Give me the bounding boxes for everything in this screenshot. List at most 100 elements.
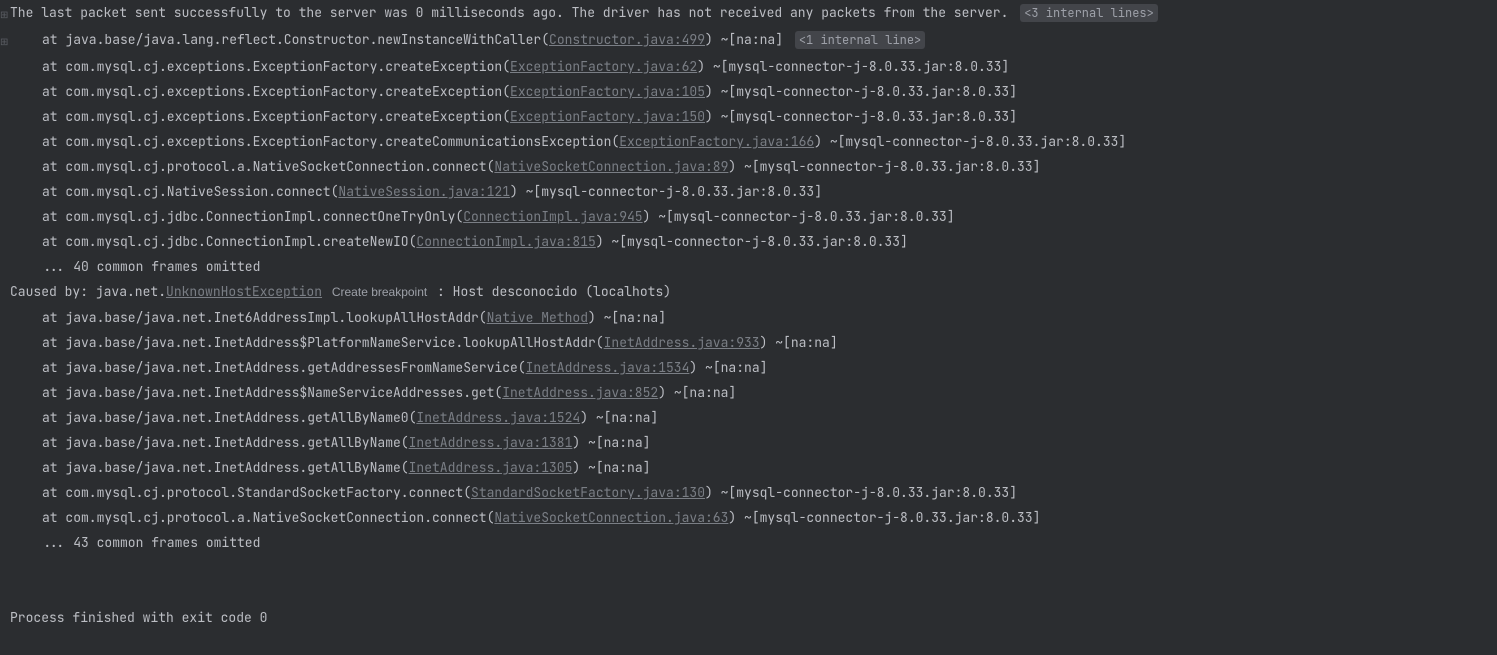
stack-text: ) ~[mysql-connector-j-8.0.33.jar:8.0.33] <box>643 208 955 225</box>
stack-text: The last packet sent successfully to the… <box>10 4 1016 21</box>
fold-gutter-icon[interactable]: ⊞ <box>0 3 10 28</box>
stack-line: Caused by: java.net.UnknownHostException… <box>0 279 1497 305</box>
stack-text: at com.mysql.cj.exceptions.ExceptionFact… <box>42 83 510 100</box>
stack-line: ⊞ at java.base/java.lang.reflect.Construc… <box>0 27 1497 54</box>
stack-line: at java.base/java.net.Inet6AddressImpl.l… <box>0 305 1497 330</box>
stack-line-content: at java.base/java.net.InetAddress$Platfo… <box>10 330 1497 355</box>
stack-line: ... 40 common frames omitted <box>0 254 1497 279</box>
source-link[interactable]: ExceptionFactory.java:62 <box>510 58 697 75</box>
stack-text: at java.base/java.net.InetAddress$NameSe… <box>42 384 502 401</box>
stack-line: at com.mysql.cj.exceptions.ExceptionFact… <box>0 104 1497 129</box>
source-link[interactable]: InetAddress.java:1534 <box>526 359 690 376</box>
stack-line-content: ... 40 common frames omitted <box>10 254 1497 279</box>
stack-line: at com.mysql.cj.jdbc.ConnectionImpl.conn… <box>0 204 1497 229</box>
stack-line: at com.mysql.cj.jdbc.ConnectionImpl.crea… <box>0 229 1497 254</box>
stack-line: at java.base/java.net.InetAddress.getAll… <box>0 455 1497 480</box>
stack-text: ) ~[mysql-connector-j-8.0.33.jar:8.0.33] <box>697 58 1009 75</box>
stack-line-content: at java.base/java.net.InetAddress.getAll… <box>10 405 1497 430</box>
stack-text: at com.mysql.cj.protocol.a.NativeSocketC… <box>42 158 494 175</box>
source-link[interactable]: InetAddress.java:1524 <box>416 409 580 426</box>
stack-line: at java.base/java.net.InetAddress.getAll… <box>0 405 1497 430</box>
collapsed-internal-lines-badge[interactable]: <3 internal lines> <box>1020 4 1158 22</box>
stack-text: ) ~[mysql-connector-j-8.0.33.jar:8.0.33] <box>510 183 822 200</box>
collapsed-internal-lines-badge[interactable]: <1 internal line> <box>795 31 925 49</box>
source-link[interactable]: NativeSocketConnection.java:63 <box>494 509 728 526</box>
stack-text: ) ~[mysql-connector-j-8.0.33.jar:8.0.33] <box>728 509 1040 526</box>
stack-text: ) ~[na:na] <box>705 31 791 48</box>
stack-line-content: at java.base/java.net.InetAddress$NameSe… <box>10 380 1497 405</box>
stack-line-content: at java.base/java.net.Inet6AddressImpl.l… <box>10 305 1497 330</box>
stack-text: : Host desconocido (localhots) <box>437 283 671 300</box>
stack-line: at java.base/java.net.InetAddress.getAll… <box>0 430 1497 455</box>
source-link[interactable]: Constructor.java:499 <box>549 31 705 48</box>
source-link[interactable]: ExceptionFactory.java:105 <box>510 83 705 100</box>
source-link[interactable]: NativeSocketConnection.java:89 <box>494 158 728 175</box>
stack-line-content: at com.mysql.cj.NativeSession.connect(Na… <box>10 179 1497 204</box>
stack-text: ) ~[na:na] <box>588 309 666 326</box>
stack-text: at com.mysql.cj.exceptions.ExceptionFact… <box>42 58 510 75</box>
source-link[interactable]: UnknownHostException <box>166 283 322 300</box>
stack-text: ) ~[na:na] <box>658 384 736 401</box>
stack-text: ) ~[na:na] <box>689 359 767 376</box>
stack-line: at com.mysql.cj.exceptions.ExceptionFact… <box>0 79 1497 104</box>
stack-line-content: at java.base/java.net.InetAddress.getAll… <box>10 455 1497 480</box>
stack-text: ) ~[na:na] <box>572 434 650 451</box>
stack-line-content: at com.mysql.cj.jdbc.ConnectionImpl.crea… <box>10 229 1497 254</box>
stack-text: at java.base/java.lang.reflect.Construct… <box>42 31 549 48</box>
process-exit-line: Process finished with exit code 0 <box>0 605 1497 630</box>
stack-trace: ⊞The last packet sent successfully to th… <box>0 0 1497 555</box>
stack-line-content: at com.mysql.cj.exceptions.ExceptionFact… <box>10 79 1497 104</box>
stack-text: at com.mysql.cj.exceptions.ExceptionFact… <box>42 133 619 150</box>
stack-text: at com.mysql.cj.protocol.StandardSocketF… <box>42 484 471 501</box>
source-link[interactable]: ExceptionFactory.java:166 <box>619 133 814 150</box>
stack-line: ⊞The last packet sent successfully to th… <box>0 0 1497 27</box>
stack-line-content: at java.base/java.net.InetAddress.getAdd… <box>10 355 1497 380</box>
stack-text: ) ~[na:na] <box>760 334 838 351</box>
exit-text: Process finished with exit code 0 <box>10 605 1497 630</box>
stack-line: at com.mysql.cj.protocol.a.NativeSocketC… <box>0 154 1497 179</box>
stack-line-content: at java.base/java.net.InetAddress.getAll… <box>10 430 1497 455</box>
source-link[interactable]: StandardSocketFactory.java:130 <box>471 484 705 501</box>
stack-text: ) ~[mysql-connector-j-8.0.33.jar:8.0.33] <box>596 233 908 250</box>
source-link[interactable]: InetAddress.java:933 <box>604 334 760 351</box>
stack-line-content: at com.mysql.cj.exceptions.ExceptionFact… <box>10 129 1497 154</box>
source-link[interactable]: InetAddress.java:852 <box>502 384 658 401</box>
stack-text: at com.mysql.cj.NativeSession.connect( <box>42 183 338 200</box>
source-link[interactable]: ConnectionImpl.java:945 <box>463 208 642 225</box>
stack-text: Caused by: java.net. <box>10 283 166 300</box>
stack-line-content: The last packet sent successfully to the… <box>10 0 1497 26</box>
stack-line: at java.base/java.net.InetAddress$Platfo… <box>0 330 1497 355</box>
stack-line-content: at com.mysql.cj.exceptions.ExceptionFact… <box>10 54 1497 79</box>
stack-line: at com.mysql.cj.protocol.a.NativeSocketC… <box>0 505 1497 530</box>
stack-line: at java.base/java.net.InetAddress.getAdd… <box>0 355 1497 380</box>
create-breakpoint-button[interactable]: Create breakpoint <box>332 285 427 299</box>
stack-text: at com.mysql.cj.protocol.a.NativeSocketC… <box>42 509 494 526</box>
stack-line: at com.mysql.cj.exceptions.ExceptionFact… <box>0 129 1497 154</box>
stack-line-content: at com.mysql.cj.jdbc.ConnectionImpl.conn… <box>10 204 1497 229</box>
stack-text: ) ~[mysql-connector-j-8.0.33.jar:8.0.33] <box>705 484 1017 501</box>
stack-text: at java.base/java.net.InetAddress.getAll… <box>42 459 409 476</box>
source-link[interactable]: ExceptionFactory.java:150 <box>510 108 705 125</box>
stack-text: ... 40 common frames omitted <box>42 258 260 275</box>
stack-line-content: at com.mysql.cj.protocol.a.NativeSocketC… <box>10 505 1497 530</box>
stack-line-content: Caused by: java.net.UnknownHostException… <box>10 279 1497 305</box>
stack-text: at java.base/java.net.Inet6AddressImpl.l… <box>42 309 487 326</box>
source-link[interactable]: InetAddress.java:1381 <box>409 434 573 451</box>
stack-line: at java.base/java.net.InetAddress$NameSe… <box>0 380 1497 405</box>
fold-gutter-icon[interactable]: ⊞ <box>0 30 10 55</box>
stack-text: at java.base/java.net.InetAddress.getAdd… <box>42 359 526 376</box>
source-link[interactable]: Native Method <box>487 309 588 326</box>
stack-text: ) ~[mysql-connector-j-8.0.33.jar:8.0.33] <box>705 108 1017 125</box>
stack-text: ) ~[na:na] <box>580 409 658 426</box>
source-link[interactable]: InetAddress.java:1305 <box>409 459 573 476</box>
source-link[interactable]: NativeSession.java:121 <box>338 183 510 200</box>
stack-text: at java.base/java.net.InetAddress.getAll… <box>42 409 416 426</box>
stack-line: at com.mysql.cj.exceptions.ExceptionFact… <box>0 54 1497 79</box>
stack-line-content: ... 43 common frames omitted <box>10 530 1497 555</box>
source-link[interactable]: ConnectionImpl.java:815 <box>416 233 595 250</box>
stack-line: ... 43 common frames omitted <box>0 530 1497 555</box>
stack-text: ) ~[mysql-connector-j-8.0.33.jar:8.0.33] <box>814 133 1126 150</box>
stack-line-content: at com.mysql.cj.protocol.a.NativeSocketC… <box>10 154 1497 179</box>
stack-text: at com.mysql.cj.jdbc.ConnectionImpl.crea… <box>42 233 416 250</box>
stack-text: ) ~[mysql-connector-j-8.0.33.jar:8.0.33] <box>705 83 1017 100</box>
